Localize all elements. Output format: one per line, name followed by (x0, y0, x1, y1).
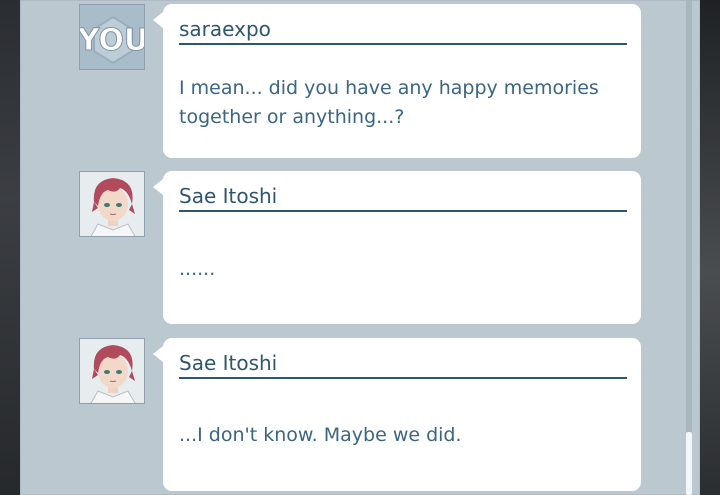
scrollbar-track[interactable] (686, 0, 692, 495)
you-avatar-icon: YOU (80, 5, 145, 69)
background-right (700, 0, 720, 495)
message-text: I mean... did you have any happy memorie… (179, 77, 599, 128)
player-avatar: YOU (79, 4, 145, 70)
message-bubble: saraexpo I mean... did you have any happ… (153, 4, 641, 158)
message-bubble: Sae Itoshi ...I don't know. Maybe we did… (153, 338, 641, 491)
character-avatar (79, 171, 145, 237)
sae-portrait-icon (80, 339, 144, 403)
svg-text:YOU: YOU (80, 23, 145, 58)
message-text: ...I don't know. Maybe we did. (179, 424, 462, 446)
message-text: ...... (179, 258, 216, 280)
sae-portrait-icon (80, 172, 144, 236)
speaker-name: Sae Itoshi (179, 351, 627, 379)
speaker-name: Sae Itoshi (179, 184, 627, 212)
message-bubble: Sae Itoshi ...... (153, 171, 641, 324)
scrollbar-thumb[interactable] (686, 432, 692, 495)
speaker-name: saraexpo (179, 17, 627, 45)
character-avatar (79, 338, 145, 404)
background-left (0, 0, 20, 495)
